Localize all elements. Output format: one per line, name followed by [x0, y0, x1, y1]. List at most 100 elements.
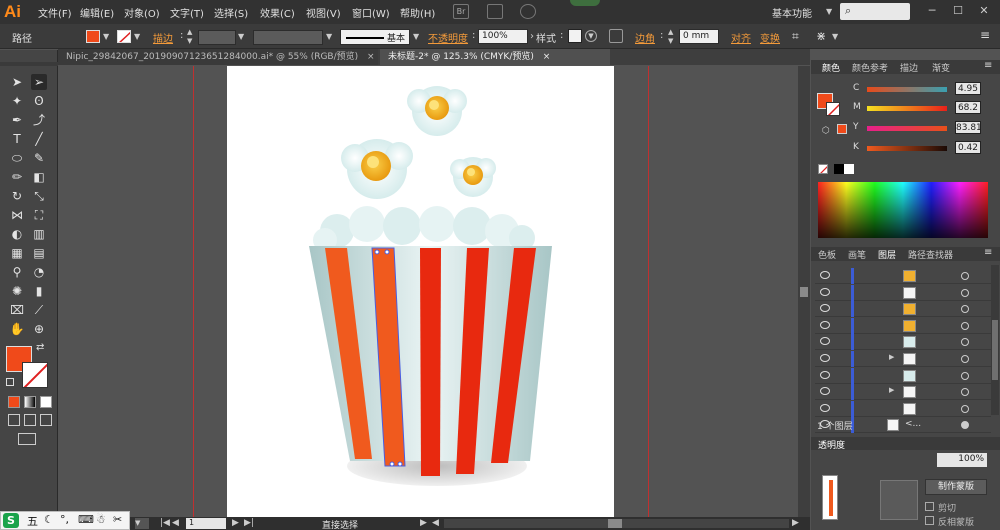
direct-selection-tool-icon[interactable]: ➢: [31, 74, 47, 90]
target-circle-icon[interactable]: [961, 272, 969, 280]
blend-tool-icon[interactable]: ◔: [31, 264, 47, 280]
anchor-point[interactable]: [374, 249, 380, 255]
scroll-right-icon[interactable]: ▶: [792, 518, 799, 528]
layers-scroll-thumb[interactable]: [992, 320, 998, 380]
hand-tool-icon[interactable]: ✋: [9, 321, 25, 337]
scale-tool-icon[interactable]: ⤡: [31, 188, 47, 204]
mask-thumbnail[interactable]: [880, 480, 918, 520]
next-artboard-icon[interactable]: ▶: [232, 518, 239, 528]
color-stroke-swatch[interactable]: [826, 102, 840, 116]
transform-link[interactable]: 变换: [760, 30, 780, 45]
paintbrush-tool-icon[interactable]: ✎: [31, 150, 47, 166]
gradient-tool-icon[interactable]: ▤: [31, 245, 47, 261]
artboard-tool-icon[interactable]: ⌧: [9, 302, 25, 318]
visibility-eye-icon[interactable]: [820, 403, 830, 412]
draw-inside-icon[interactable]: [40, 414, 52, 426]
pencil-tool-icon[interactable]: ✏: [9, 169, 25, 185]
layer-row[interactable]: ▶: [815, 351, 991, 367]
isolate-object-icon[interactable]: ⌗: [792, 29, 799, 44]
selection-tool-icon[interactable]: ➤: [9, 74, 25, 90]
stroke-none-swatch[interactable]: [117, 30, 131, 43]
menu-help[interactable]: 帮助(H): [400, 5, 435, 20]
target-circle-icon[interactable]: [961, 321, 969, 330]
tab-transparency[interactable]: 透明度: [818, 438, 845, 451]
color-spectrum[interactable]: [818, 182, 988, 238]
menu-type[interactable]: 文字(T): [170, 5, 204, 20]
rotate-tool-icon[interactable]: ↻: [9, 188, 25, 204]
panel-menu-icon[interactable]: ≡: [980, 28, 990, 42]
panel-menu-icon[interactable]: ≡: [984, 60, 992, 71]
tab-gradient[interactable]: 渐变: [932, 61, 950, 74]
channel-c-value[interactable]: 4.95: [955, 82, 981, 95]
opacity-expand-icon[interactable]: ›: [530, 31, 534, 42]
corner-radius-input[interactable]: 0 mm: [679, 29, 719, 44]
status-menu-icon[interactable]: ▶: [420, 518, 427, 528]
profile-dropdown-icon[interactable]: ▼: [326, 32, 332, 41]
visibility-eye-icon[interactable]: [820, 354, 830, 362]
layer-row[interactable]: [815, 400, 991, 417]
target-circle-icon[interactable]: [961, 288, 969, 297]
tab-pathfinder[interactable]: 路径查找器: [908, 248, 953, 261]
fill-swatch[interactable]: [86, 30, 100, 43]
menu-view[interactable]: 视图(V): [306, 5, 341, 20]
symbol-sprayer-tool-icon[interactable]: ✺: [9, 283, 25, 299]
shape-builder-tool-icon[interactable]: ◐: [9, 226, 25, 242]
visibility-eye-icon[interactable]: [820, 387, 830, 396]
default-colors-icon[interactable]: [6, 378, 14, 386]
last-artboard-icon[interactable]: ▶|: [244, 518, 254, 528]
channel-k-value[interactable]: 0.42: [955, 141, 981, 154]
target-circle-icon[interactable]: [961, 388, 969, 397]
channel-m-value[interactable]: 68.2: [955, 101, 981, 114]
similar-dropdown-icon[interactable]: ▼: [832, 32, 838, 41]
ime-skin-icon[interactable]: ☃: [96, 513, 106, 526]
workspace-dropdown-icon[interactable]: ▼: [826, 7, 832, 16]
menu-select[interactable]: 选择(S): [214, 5, 248, 20]
tab-color-guide[interactable]: 颜色参考: [852, 61, 888, 74]
tab-brushes[interactable]: 画笔: [848, 248, 866, 261]
stroke-dropdown-icon[interactable]: ▼: [134, 32, 140, 41]
opacity-label[interactable]: 不透明度: [428, 30, 468, 45]
perspective-grid-tool-icon[interactable]: ▥: [31, 226, 47, 242]
invert-mask-checkbox[interactable]: [925, 516, 934, 525]
visibility-eye-icon[interactable]: [820, 271, 830, 279]
ime-keyboard-icon[interactable]: ⌨: [78, 513, 94, 526]
black-color-button[interactable]: [834, 164, 844, 174]
ime-tools-icon[interactable]: ✂: [113, 513, 122, 526]
ime-moon-icon[interactable]: ☾: [44, 513, 54, 526]
ime-punct-icon[interactable]: °,: [60, 513, 69, 526]
lasso-tool-icon[interactable]: ʘ: [31, 93, 47, 109]
style-dropdown-icon[interactable]: ▼: [585, 30, 597, 42]
target-circle-icon[interactable]: [961, 421, 969, 430]
tab-stroke[interactable]: 描边: [900, 61, 918, 74]
brush-definition[interactable]: 基本: [340, 29, 410, 45]
eyedropper-tool-icon[interactable]: ⚲: [9, 264, 25, 280]
vertical-scroll-thumb[interactable]: [800, 287, 808, 297]
tab-close-icon[interactable]: ×: [367, 52, 375, 62]
make-mask-button[interactable]: 制作蒙版: [925, 479, 987, 495]
none-color-button[interactable]: [818, 164, 828, 174]
gradient-mode-icon[interactable]: [24, 396, 36, 408]
zoom-tool-icon[interactable]: ⊕: [31, 321, 47, 337]
type-tool-icon[interactable]: T: [9, 131, 25, 147]
minimize-icon[interactable]: ─: [924, 4, 940, 18]
channel-y-value[interactable]: 83.81: [955, 121, 982, 134]
white-color-button[interactable]: [844, 164, 854, 174]
menu-effect[interactable]: 效果(C): [260, 5, 295, 20]
select-similar-icon[interactable]: ⋇: [816, 29, 826, 43]
layer-row[interactable]: ▶: [815, 384, 991, 401]
scroll-left-icon[interactable]: ◀: [432, 518, 439, 528]
align-link[interactable]: 对齐: [731, 30, 751, 45]
channel-c-slider[interactable]: [867, 87, 947, 92]
target-circle-icon[interactable]: [961, 404, 969, 413]
gpu-performance-icon[interactable]: [520, 4, 536, 19]
visibility-eye-icon[interactable]: [820, 370, 830, 379]
curvature-tool-icon[interactable]: ⤴: [31, 112, 47, 128]
artboard[interactable]: [227, 66, 614, 518]
menu-edit[interactable]: 编辑(E): [80, 5, 114, 20]
zoom-dropdown-icon[interactable]: ▼: [135, 518, 149, 529]
workspace-switcher[interactable]: 基本功能: [772, 5, 812, 20]
arrange-documents-icon[interactable]: [487, 4, 503, 19]
visibility-eye-icon[interactable]: [820, 304, 830, 313]
expand-arrow-icon[interactable]: ▶: [889, 386, 894, 394]
graphic-style-swatch[interactable]: [568, 29, 582, 43]
